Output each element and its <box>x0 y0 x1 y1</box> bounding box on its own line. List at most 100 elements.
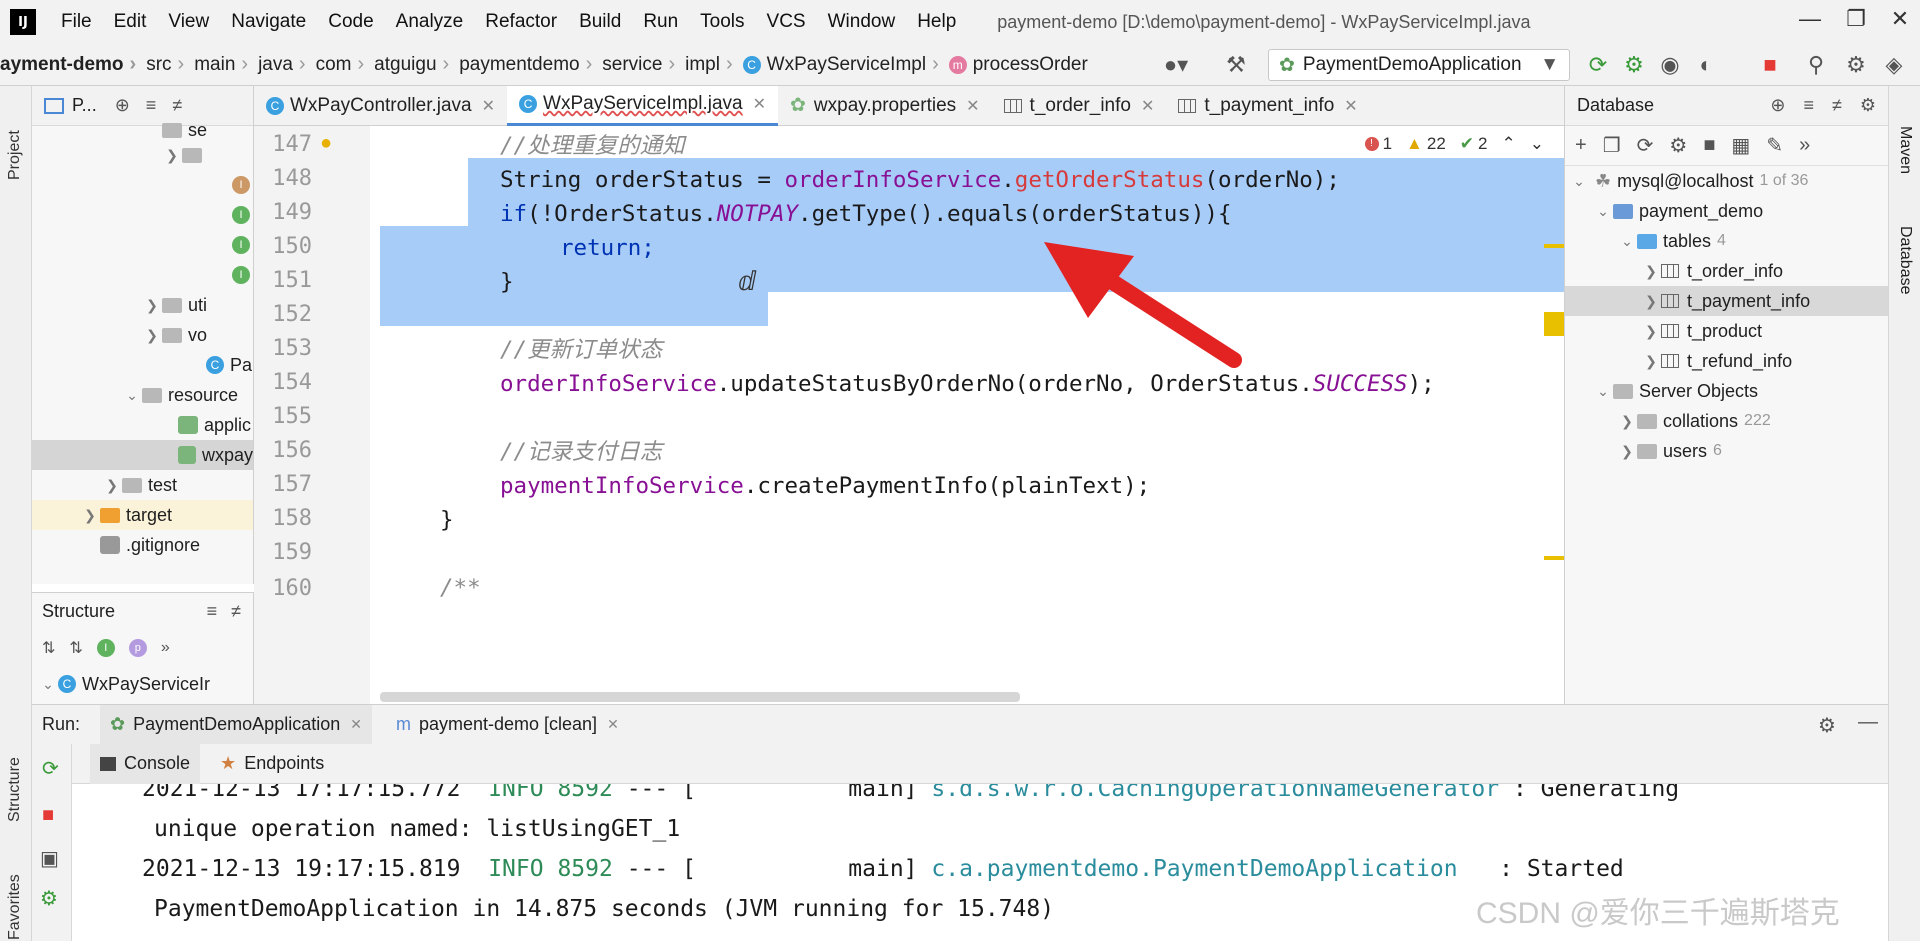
sort-by-type-icon[interactable]: ⇅ <box>42 638 55 658</box>
tree-item-resources[interactable]: ⌄ resource <box>32 380 253 410</box>
close-tab-icon[interactable]: ✕ <box>350 716 362 733</box>
db-table-t-order-info[interactable]: ❯ t_order_info <box>1565 256 1888 286</box>
tab-t-order-info[interactable]: t_order_info ✕ <box>992 86 1167 126</box>
breadcrumb-paymentdemo[interactable]: paymentdemo › <box>459 53 598 76</box>
menu-vcs[interactable]: VCS <box>756 11 817 33</box>
chevron-right-icon[interactable]: ❯ <box>1641 293 1661 310</box>
menu-code[interactable]: Code <box>317 11 384 33</box>
debug-icon[interactable]: ⚙ <box>40 886 58 911</box>
tab-console[interactable]: Console <box>90 743 201 784</box>
close-tab-icon[interactable]: ✕ <box>966 96 979 116</box>
project-tool-button[interactable]: Project <box>6 100 24 180</box>
breadcrumb-main[interactable]: main › <box>194 53 254 76</box>
show-properties-icon[interactable]: p <box>128 639 147 657</box>
error-stripe-marker[interactable] <box>1544 244 1564 248</box>
tree-item-application-class[interactable]: C Pa <box>32 350 253 380</box>
restore-icon[interactable]: ❐ <box>1836 6 1876 32</box>
locate-icon[interactable]: ⊕ <box>115 95 130 116</box>
settings-icon[interactable]: ⚙ <box>1860 95 1876 116</box>
schema-icon[interactable]: ⚙ <box>1669 133 1687 158</box>
breadcrumb-com[interactable]: com › <box>316 53 371 76</box>
database-tool-button[interactable]: Database <box>1896 226 1914 295</box>
locate-icon[interactable]: ⊕ <box>1770 95 1785 116</box>
menu-run[interactable]: Run <box>632 11 689 33</box>
breadcrumb-java[interactable]: java › <box>258 53 312 76</box>
structure-tool-button[interactable]: Structure <box>6 726 24 822</box>
maven-tool-button[interactable]: Maven <box>1896 126 1914 174</box>
menu-analyze[interactable]: Analyze <box>385 11 475 33</box>
tree-item-gitignore[interactable]: .gitignore <box>32 530 253 560</box>
stop-icon[interactable]: ■ <box>1754 52 1786 78</box>
next-highlight-icon[interactable]: ⌄ <box>1530 134 1544 154</box>
rerun-icon[interactable]: ⟳ <box>42 756 59 781</box>
tree-item-interface[interactable]: I <box>32 200 253 230</box>
more-icon[interactable]: » <box>1799 134 1810 157</box>
expand-all-icon[interactable]: ≡ <box>207 601 218 622</box>
camera-icon[interactable]: ▣ <box>40 846 59 871</box>
favorites-tool-button[interactable]: Favorites <box>6 856 24 940</box>
chevron-right-icon[interactable]: ❯ <box>80 507 100 524</box>
chevron-down-icon[interactable]: ⌄ <box>1593 203 1613 220</box>
run-tab-application[interactable]: ✿ PaymentDemoApplication ✕ <box>100 704 372 745</box>
copy-icon[interactable]: ❐ <box>1603 133 1621 158</box>
tab-t-payment-info[interactable]: t_payment_info ✕ <box>1166 86 1369 126</box>
collapse-all-icon[interactable]: ≠ <box>1832 95 1842 116</box>
chevron-down-icon[interactable]: ⌄ <box>1569 173 1589 190</box>
more-icon[interactable]: » <box>161 639 170 657</box>
plugin-icon[interactable]: ◈ <box>1878 52 1910 78</box>
refresh-icon[interactable]: ⟳ <box>1637 133 1654 158</box>
run-configuration-select[interactable]: ✿ PaymentDemoApplication ▼ <box>1268 49 1570 81</box>
tree-item-test[interactable]: ❯ test <box>32 470 253 500</box>
hide-panel-icon[interactable]: — <box>1858 711 1878 734</box>
intention-bulb-icon[interactable]: ● <box>320 132 332 155</box>
project-panel-title[interactable]: P... <box>72 95 97 116</box>
add-icon[interactable]: + <box>1575 134 1587 157</box>
expand-all-icon[interactable]: ≡ <box>1803 95 1814 116</box>
error-stripe-marker[interactable] <box>1544 556 1564 560</box>
db-schema[interactable]: ⌄ payment_demo <box>1565 196 1888 226</box>
rerun-icon[interactable]: ⟳ <box>1582 52 1614 78</box>
tab-endpoints[interactable]: ★ Endpoints <box>210 744 334 784</box>
debug-icon[interactable]: ⚙ <box>1618 52 1650 78</box>
menu-refactor[interactable]: Refactor <box>474 11 568 33</box>
chevron-right-icon[interactable]: ❯ <box>1617 443 1637 460</box>
db-table-t-refund-info[interactable]: ❯ t_refund_info <box>1565 346 1888 376</box>
tree-item-interface[interactable]: I <box>32 170 253 200</box>
run-tab-clean[interactable]: m payment-demo [clean] ✕ <box>386 705 629 745</box>
chevron-right-icon[interactable]: ❯ <box>1641 353 1661 370</box>
structure-root[interactable]: ⌄ C WxPayServiceIr <box>32 667 253 701</box>
tree-item-service[interactable]: se <box>32 120 253 140</box>
close-tab-icon[interactable]: ✕ <box>1141 96 1154 116</box>
close-tab-icon[interactable]: ✕ <box>1344 96 1357 116</box>
menu-navigate[interactable]: Navigate <box>220 11 317 33</box>
build-hammer-icon[interactable]: ⚒ <box>1220 52 1252 78</box>
minimize-icon[interactable]: — <box>1790 6 1830 32</box>
breadcrumb-atguigu[interactable]: atguigu › <box>374 53 455 76</box>
chevron-right-icon[interactable]: ❯ <box>1641 323 1661 340</box>
user-icon[interactable]: ●▾ <box>1160 52 1192 78</box>
expand-all-icon[interactable]: ≡ <box>146 95 157 116</box>
table-view-icon[interactable]: ▦ <box>1731 133 1750 158</box>
close-tab-icon[interactable]: ✕ <box>753 94 766 114</box>
menu-help[interactable]: Help <box>906 11 967 33</box>
tree-item-target[interactable]: ❯ target <box>32 500 253 530</box>
chevron-right-icon[interactable]: ❯ <box>162 147 182 164</box>
breadcrumb-service[interactable]: service › <box>602 53 681 76</box>
chevron-right-icon[interactable]: ❯ <box>1641 263 1661 280</box>
db-tables-folder[interactable]: ⌄ tables 4 <box>1565 226 1888 256</box>
chevron-right-icon[interactable]: ❯ <box>102 477 122 494</box>
db-users[interactable]: ❯ users 6 <box>1565 436 1888 466</box>
profiler-icon[interactable]: ◐ <box>1690 52 1722 78</box>
db-connection[interactable]: ⌄ ☘ mysql@localhost 1 of 36 <box>1565 166 1888 196</box>
collapse-all-icon[interactable]: ≠ <box>172 95 182 116</box>
code-editor[interactable]: 146 147 148 149 150 151 152 153 154 155 … <box>254 126 1564 704</box>
breadcrumb-src[interactable]: src › <box>146 53 190 76</box>
breadcrumb-impl[interactable]: impl › <box>685 53 739 76</box>
previous-highlight-icon[interactable]: ⌃ <box>1502 134 1516 154</box>
close-window-icon[interactable]: ✕ <box>1880 6 1920 32</box>
settings-icon[interactable]: ⚙ <box>1818 713 1836 738</box>
close-tab-icon[interactable]: ✕ <box>482 96 495 116</box>
collapse-all-icon[interactable]: ≠ <box>231 601 241 622</box>
stop-icon[interactable]: ■ <box>1703 134 1715 157</box>
tab-wxpay-service-impl[interactable]: C WxPayServiceImpl.java ✕ <box>507 85 778 126</box>
